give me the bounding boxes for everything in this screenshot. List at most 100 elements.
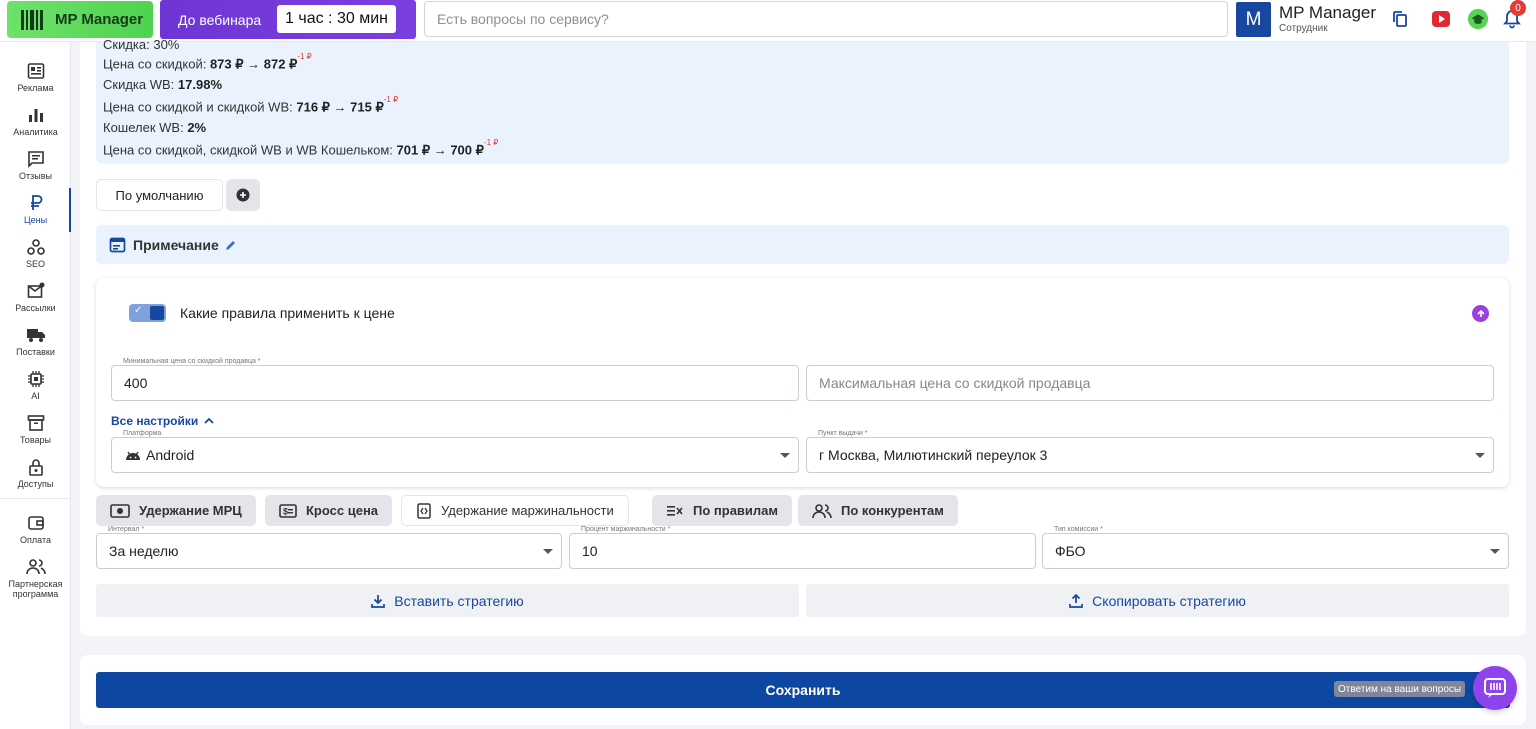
webinar-countdown[interactable]: До вебинара 1 час : 30 мин (160, 0, 416, 39)
sidebar-item-reviews[interactable]: Отзывы (0, 144, 71, 188)
dropdown-caret-icon (780, 453, 790, 458)
tab-cross-price[interactable]: $ Кросс цена (265, 495, 393, 526)
cash-icon (110, 503, 130, 518)
sidebar-item-mailings[interactable]: Рассылки (0, 276, 71, 320)
sidebar-item-ai[interactable]: AI (0, 364, 71, 408)
sidebar-item-label: Рассылки (15, 303, 56, 313)
ruble-icon (26, 193, 46, 213)
collapse-up-icon[interactable] (1472, 305, 1489, 322)
wb-discount-label: Скидка WB: (103, 77, 175, 92)
upload-icon (1069, 593, 1084, 608)
sidebar-item-partners[interactable]: Партнерская программа (0, 552, 71, 602)
price-wb-line: Цена со скидкой и скидкой WB: 716 ₽ → 71… (103, 95, 398, 115)
dropdown-caret-icon (1475, 453, 1485, 458)
copy-strategy-button[interactable]: Скопировать стратегию (806, 584, 1509, 617)
academy-icon[interactable] (1467, 8, 1489, 30)
price-discount-line: Цена со скидкой: 873 ₽ → 872 ₽-1 ₽ (103, 52, 312, 72)
save-card: Сохранить (80, 655, 1526, 725)
svg-text:$: $ (283, 506, 288, 516)
top-bar: MP Manager До вебинара 1 час : 30 мин M … (0, 0, 1536, 42)
interval-label: Интервал * (105, 526, 148, 533)
copy-icon[interactable] (1389, 8, 1411, 30)
add-preset-button[interactable] (226, 179, 260, 211)
video-play-icon[interactable] (1430, 8, 1452, 30)
paste-strategy-button[interactable]: Вставить стратегию (96, 584, 799, 617)
sidebar-item-prices[interactable]: Цены (0, 188, 71, 232)
preset-default-button[interactable]: По умолчанию (96, 179, 223, 211)
chat-help-button[interactable] (1473, 666, 1517, 710)
price-discount-value: 873 ₽ → 872 ₽ (209, 56, 298, 72)
pencil-icon[interactable] (225, 239, 237, 251)
price-wallet-line: Цена со скидкой, скидкой WB и WB Кошельк… (103, 138, 498, 158)
copy-strategy-label: Скопировать стратегию (1092, 592, 1246, 609)
commission-type-select[interactable]: Тип комиссии * ФБО (1042, 526, 1509, 569)
price-wb-delta: -1 ₽ (383, 95, 399, 104)
min-price-field[interactable]: Минимальная цена со скидкой продавца * 4… (111, 358, 799, 401)
price-rules-panel: ✓ Какие правила применить к цене Минимал… (96, 278, 1509, 487)
interval-select[interactable]: Интервал * За неделю (96, 526, 562, 569)
max-price-input[interactable] (807, 366, 1493, 400)
price-wallet-value: 701 ₽ → 700 ₽ (396, 142, 484, 158)
sidebar-item-label: Цены (23, 215, 48, 225)
margin-label: Процент маржинальности * (578, 526, 674, 533)
sidebar-item-seo[interactable]: SEO (0, 232, 71, 276)
sidebar-item-label: Отзывы (19, 171, 52, 181)
lock-icon (26, 457, 46, 477)
sidebar-item-analytics[interactable]: Аналитика (0, 100, 71, 144)
tab-label: Удержание маржинальности (441, 503, 614, 518)
truck-icon (26, 325, 46, 345)
paste-strategy-label: Вставить стратегию (394, 592, 524, 609)
chip-icon (26, 369, 46, 389)
price-wallet-label: Цена со скидкой, скидкой WB и WB Кошельк… (103, 142, 393, 158)
note-bar[interactable]: Примечание (96, 225, 1509, 264)
logo-button[interactable]: MP Manager (7, 1, 153, 38)
max-price-field[interactable] (806, 365, 1494, 401)
user-role: Сотрудник (1279, 23, 1328, 34)
platform-value: Android (146, 447, 195, 463)
sidebar-item-label: Товары (20, 435, 51, 445)
sidebar-item-products[interactable]: Товары (0, 408, 71, 452)
platform-select[interactable]: Платформа Android (111, 430, 799, 473)
avatar[interactable]: M (1236, 2, 1271, 37)
margin-percent-field[interactable]: Процент маржинальности * 10 (569, 526, 1036, 569)
wb-discount-value: 17.98% (177, 77, 223, 92)
save-button[interactable]: Сохранить (96, 672, 1510, 708)
all-settings-toggle[interactable]: Все настройки (111, 414, 215, 428)
dropdown-caret-icon (543, 549, 553, 554)
tab-margin-hold[interactable]: Удержание маржинальности (401, 495, 629, 526)
mail-icon (26, 281, 46, 301)
sidebar-item-payment[interactable]: Оплата (0, 508, 71, 552)
check-icon: ✓ (134, 305, 143, 316)
help-tooltip: Ответим на ваши вопросы (1334, 681, 1466, 697)
tab-mrc-hold[interactable]: Удержание МРЦ (96, 495, 256, 526)
pickup-point-select[interactable]: Пункт выдачи * г Москва, Милютинский пер… (806, 430, 1494, 473)
interval-value: За неделю (109, 543, 179, 559)
wb-discount-line: Скидка WB: 17.98% (103, 77, 222, 92)
code-file-icon (417, 502, 431, 519)
plus-circle-icon (236, 188, 250, 202)
tab-label: Кросс цена (306, 503, 379, 518)
chevron-up-icon (204, 417, 214, 424)
sidebar-item-label: AI (31, 391, 40, 401)
margin-value: 10 (582, 543, 598, 559)
rules-toggle[interactable]: ✓ (129, 304, 166, 322)
dropdown-caret-icon (1490, 549, 1500, 554)
sidebar-item-label: Партнерская программа (8, 579, 63, 599)
platform-label: Платформа (120, 430, 165, 437)
min-price-value: 400 (124, 375, 148, 391)
support-search-input[interactable] (424, 1, 1228, 37)
notification-badge: 0 (1510, 0, 1526, 16)
all-settings-label: Все настройки (111, 414, 199, 428)
chat-icon (1484, 678, 1506, 698)
tab-by-rules[interactable]: По правилам (652, 495, 793, 526)
webinar-timer: 1 час : 30 мин (277, 5, 396, 33)
sidebar-item-access[interactable]: Доступы (0, 452, 71, 496)
price-wallet-delta: -1 ₽ (483, 138, 499, 147)
discount-line: Скидка: 30% (103, 37, 179, 52)
sidebar-item-ads[interactable]: Реклама (0, 56, 71, 100)
sidebar-item-label: SEO (25, 259, 45, 269)
sidebar-item-supplies[interactable]: Поставки (0, 320, 71, 364)
partners-icon (25, 557, 46, 577)
tab-by-competitors[interactable]: По конкурентам (798, 495, 958, 526)
sidebar-item-label: Оплата (20, 535, 51, 545)
